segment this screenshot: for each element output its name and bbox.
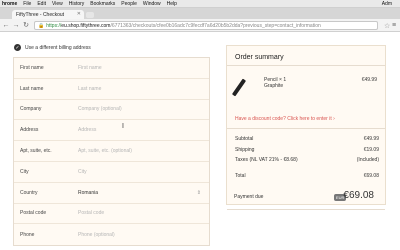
field-label: Country xyxy=(20,189,38,196)
forward-arrow-icon[interactable]: → xyxy=(12,20,20,30)
last-name-field[interactable]: Last name Last name xyxy=(14,79,209,100)
last-name-input[interactable]: Last name xyxy=(78,86,101,92)
new-tab-button[interactable] xyxy=(86,12,94,18)
divider xyxy=(227,65,385,66)
menu-help[interactable]: Help xyxy=(167,1,177,7)
shipping-value: €19.09 xyxy=(363,147,379,153)
product-price: €49.99 xyxy=(361,77,377,83)
subtotal-value: €49.99 xyxy=(363,136,379,142)
pencil-product-image xyxy=(231,78,247,97)
phone-input[interactable]: Phone (optional) xyxy=(78,232,115,238)
field-label: Company xyxy=(20,106,42,113)
browser-menu-icon[interactable]: ≡ xyxy=(392,22,396,29)
company-field[interactable]: Company Company (optional) xyxy=(14,100,209,121)
field-label: Address xyxy=(20,127,39,134)
menu-file[interactable]: File xyxy=(23,1,31,7)
order-summary-title: Order summary xyxy=(235,54,284,61)
discount-code-link[interactable]: Have a discount code? Click here to ente… xyxy=(235,116,335,122)
url-path: /6771363/checkouts/cfee0b16adc7c9fecdf7a… xyxy=(110,22,321,29)
url-scheme: https:// xyxy=(46,22,62,29)
menu-history[interactable]: History xyxy=(69,1,85,7)
billing-address-form: First name First name Last name Last nam… xyxy=(13,57,210,247)
menu-window[interactable]: Window xyxy=(143,1,161,7)
shipping-row: Shipping €19.09 xyxy=(235,147,379,153)
menu-edit[interactable]: Edit xyxy=(37,1,46,7)
menu-people[interactable]: People xyxy=(121,1,137,7)
menubar-user[interactable]: Adm xyxy=(382,1,392,7)
browser-tab[interactable]: FiftyThree - Checkout ✕ xyxy=(12,10,84,19)
first-name-input[interactable]: First name xyxy=(78,65,102,71)
menu-bookmarks[interactable]: Bookmarks xyxy=(90,1,115,7)
payment-due-row: Payment due EUR €69.08 xyxy=(226,190,386,204)
apt-suite-field[interactable]: Apt, suite, etc. Apt, suite, etc. (optio… xyxy=(14,141,209,162)
address-bar[interactable]: 🔒 https:// eu.shop.fiftythree.com /67713… xyxy=(34,21,378,30)
select-arrows-icon[interactable]: ⇕ xyxy=(197,190,201,196)
field-label: Last name xyxy=(20,85,44,92)
shipping-label: Shipping xyxy=(235,147,255,153)
close-icon[interactable]: ✕ xyxy=(77,11,81,17)
subtotal-row: Subtotal €49.99 xyxy=(235,136,379,142)
text-cursor-icon: I xyxy=(122,123,124,130)
subtotal-label: Subtotal xyxy=(235,136,254,142)
city-field[interactable]: City City xyxy=(14,162,209,183)
billing-address-label: Use a different billing address xyxy=(25,44,91,51)
taxes-row: Taxes (NL VAT 21% - €8.68) (Included) xyxy=(235,157,379,163)
chevron-right-icon: › xyxy=(333,116,335,122)
city-input[interactable]: City xyxy=(78,169,87,175)
check-icon[interactable]: ✓ xyxy=(14,44,21,51)
postal-code-input[interactable]: Postal code xyxy=(78,210,104,216)
phone-field[interactable]: Phone Phone (optional) xyxy=(14,224,209,245)
discount-link-text: Have a discount code? Click here to ente… xyxy=(235,116,332,122)
address-field[interactable]: Address Address xyxy=(14,120,209,142)
menu-view[interactable]: View xyxy=(52,1,63,7)
field-label: Phone xyxy=(20,231,35,238)
address-input[interactable]: Address xyxy=(78,127,96,133)
total-value: €69.08 xyxy=(363,173,379,179)
field-label: City xyxy=(20,168,29,175)
country-field[interactable]: Country Romania ⇕ xyxy=(14,183,209,204)
browser-tabbar: FiftyThree - Checkout ✕ xyxy=(0,8,400,19)
reload-icon[interactable]: ↻ xyxy=(22,20,30,30)
apt-suite-input[interactable]: Apt, suite, etc. (optional) xyxy=(78,148,132,154)
taxes-label: Taxes (NL VAT 21% - €8.68) xyxy=(235,157,298,163)
menubar-app-name[interactable]: hrome xyxy=(2,1,17,7)
total-row: Total €69.08 xyxy=(235,173,379,179)
postal-code-field[interactable]: Postal code Postal code xyxy=(14,204,209,225)
tab-title: FiftyThree - Checkout xyxy=(16,11,65,18)
billing-address-option[interactable]: ✓ Use a different billing address xyxy=(14,44,91,51)
field-label: Apt, suite, etc. xyxy=(20,148,52,155)
field-label: First name xyxy=(20,64,44,71)
total-label: Total xyxy=(235,173,246,179)
divider xyxy=(227,209,385,210)
country-select[interactable]: Romania xyxy=(78,190,98,196)
browser-toolbar: ← → ↻ 🔒 https:// eu.shop.fiftythree.com … xyxy=(0,19,400,32)
payment-due-amount: €69.08 xyxy=(343,190,374,201)
back-arrow-icon[interactable]: ← xyxy=(2,20,10,30)
bookmark-star-icon[interactable]: ☆ xyxy=(384,22,390,30)
payment-due-label: Payment due xyxy=(234,194,264,200)
company-input[interactable]: Company (optional) xyxy=(78,106,122,112)
product-variant: Graphite xyxy=(264,83,284,89)
lock-icon: 🔒 xyxy=(38,22,45,29)
os-menubar: hrome File Edit View History Bookmarks P… xyxy=(0,0,400,8)
order-summary-panel: Order summary Pencil × 1 Graphite €49.99… xyxy=(226,45,386,210)
url-host: eu.shop.fiftythree.com xyxy=(61,22,111,29)
field-label: Postal code xyxy=(20,210,47,217)
first-name-field[interactable]: First name First name xyxy=(14,58,209,79)
taxes-value: (Included) xyxy=(356,157,379,163)
divider xyxy=(227,128,385,129)
